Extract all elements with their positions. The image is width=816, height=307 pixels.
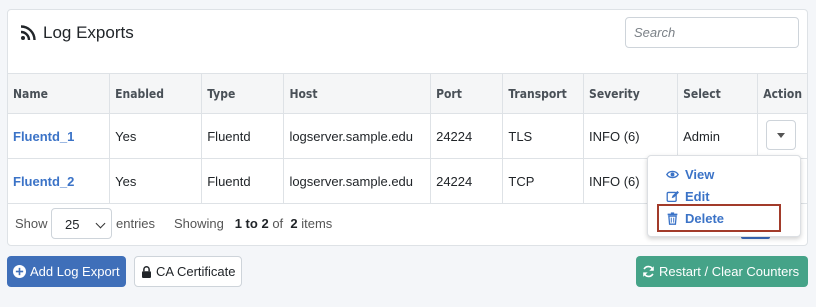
- eye-icon: [666, 170, 679, 179]
- cell-host: logserver.sample.edu: [283, 158, 432, 204]
- lock-icon: [142, 265, 151, 278]
- cell-select: Admin: [677, 113, 759, 159]
- menu-item-edit[interactable]: Edit: [666, 189, 710, 204]
- entries-per-page-select[interactable]: 25: [51, 208, 112, 239]
- column-header-enabled[interactable]: Enabled: [109, 73, 203, 114]
- table-row: Fluentd_1 Yes Fluentd logserver.sample.e…: [8, 113, 807, 159]
- cell-transport: TLS: [502, 113, 585, 159]
- column-header-severity[interactable]: Severity: [583, 73, 679, 114]
- entries-value: 25: [65, 217, 80, 232]
- table-header-row: Name Enabled Type Host Port Transport Se…: [8, 73, 807, 114]
- add-log-export-label: Add Log Export: [30, 264, 120, 279]
- ca-certificate-button[interactable]: CA Certificate: [134, 256, 242, 287]
- cell-name[interactable]: Fluentd_1: [8, 113, 111, 159]
- cell-type: Fluentd: [201, 113, 285, 159]
- page-title-text: Log Exports: [43, 23, 134, 42]
- column-header-transport[interactable]: Transport: [502, 73, 585, 114]
- show-label: Show: [15, 216, 48, 231]
- showing-prefix: Showing: [174, 216, 224, 231]
- export-name-link[interactable]: Fluentd_2: [13, 174, 74, 189]
- sync-icon: [643, 265, 654, 278]
- showing-total: 2: [290, 216, 298, 231]
- restart-clear-counters-label: Restart / Clear Counters: [659, 264, 800, 279]
- cell-enabled: Yes: [109, 158, 203, 204]
- rss-icon: [20, 25, 36, 41]
- export-name-link[interactable]: Fluentd_1: [13, 129, 74, 144]
- add-log-export-button[interactable]: Add Log Export: [7, 256, 126, 287]
- delete-highlight-box: [657, 204, 781, 232]
- cell-name[interactable]: Fluentd_2: [8, 158, 111, 204]
- column-header-type[interactable]: Type: [201, 73, 285, 114]
- cell-port: 24224: [430, 113, 504, 159]
- showing-of: of: [272, 216, 284, 231]
- action-dropdown-button[interactable]: [766, 119, 797, 150]
- plus-circle-icon: [13, 265, 26, 278]
- cell-port: 24224: [430, 158, 504, 204]
- ca-certificate-label: CA Certificate: [156, 264, 236, 279]
- search-input[interactable]: [625, 17, 799, 48]
- edit-icon: [666, 190, 679, 203]
- column-header-action: Action: [757, 73, 807, 114]
- menu-item-view-label: View: [685, 167, 715, 182]
- column-header-select[interactable]: Select: [677, 73, 759, 114]
- chevron-down-icon: [95, 218, 106, 229]
- cell-host: logserver.sample.edu: [283, 113, 432, 159]
- entries-label: entries: [116, 216, 156, 231]
- caret-down-icon: [777, 132, 786, 138]
- cell-type: Fluentd: [201, 158, 285, 204]
- card-header: Log Exports: [8, 10, 807, 73]
- column-header-host[interactable]: Host: [283, 73, 432, 114]
- page-title: Log Exports: [20, 23, 134, 43]
- showing-info: Showing 1 to 2 of 2 items: [174, 216, 332, 231]
- menu-item-view[interactable]: View: [666, 167, 714, 182]
- cell-action: [757, 113, 807, 159]
- restart-clear-counters-button[interactable]: Restart / Clear Counters: [636, 256, 808, 287]
- showing-range: 1 to 2: [234, 216, 269, 231]
- cell-transport: TCP: [502, 158, 585, 204]
- column-header-port[interactable]: Port: [430, 73, 504, 114]
- showing-suffix: items: [301, 216, 333, 231]
- cell-severity: INFO (6): [583, 113, 679, 159]
- menu-item-edit-label: Edit: [685, 189, 710, 204]
- column-header-name[interactable]: Name: [8, 73, 111, 114]
- cell-enabled: Yes: [109, 113, 203, 159]
